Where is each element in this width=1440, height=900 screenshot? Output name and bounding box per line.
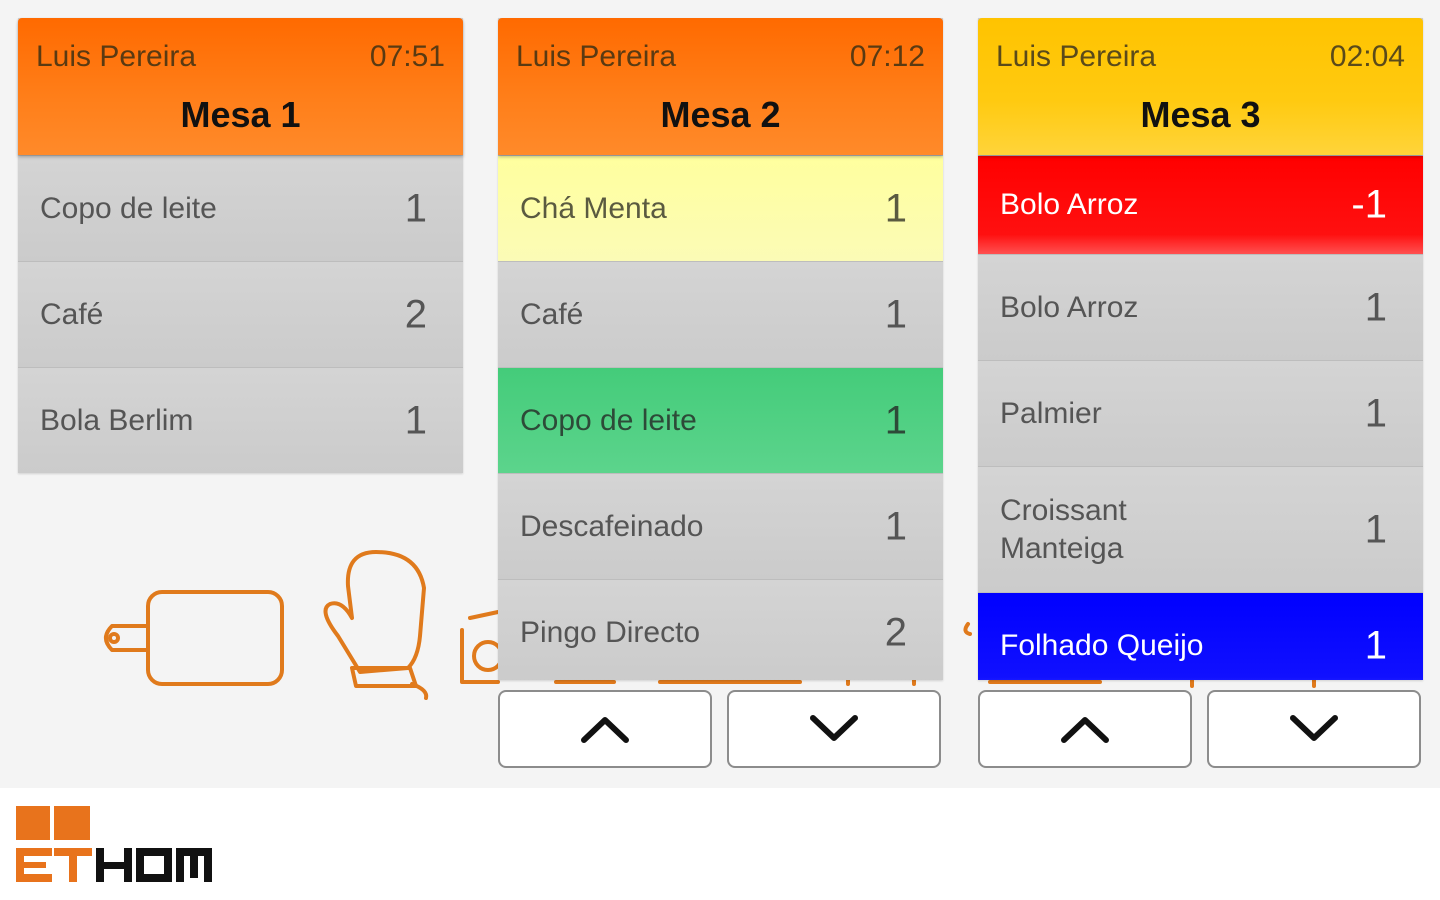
order-item[interactable]: Descafeinado 1 (498, 473, 943, 579)
scroll-up-button[interactable] (978, 690, 1192, 768)
chevron-down-icon (1290, 715, 1338, 741)
footer-bar (0, 788, 1440, 900)
cutting-board-icon (104, 590, 284, 686)
item-name: Palmier (1000, 396, 1102, 430)
item-quantity: 2 (884, 610, 907, 654)
item-name: Copo de leite (520, 403, 697, 437)
waiter-name: Luis Pereira (516, 40, 677, 73)
order-item-cancelled[interactable]: Bolo Arroz -1 (978, 155, 1423, 254)
chevron-up-icon (1061, 717, 1109, 743)
item-name: Bolo Arroz (1000, 188, 1139, 221)
order-item[interactable]: Palmier 1 (978, 360, 1423, 466)
item-quantity: -1 (1351, 182, 1387, 227)
item-name: Pingo Directo (520, 615, 701, 649)
item-quantity: 1 (884, 504, 907, 548)
order-item-highlighted[interactable]: Chá Menta 1 (498, 155, 943, 261)
item-quantity: 1 (1364, 285, 1387, 329)
table-name: Mesa 3 (1140, 94, 1261, 135)
table-name: Mesa 1 (180, 94, 301, 135)
oven-mitt-icon (323, 550, 429, 700)
item-quantity: 1 (884, 186, 907, 230)
item-name: Croissant Manteiga (1000, 493, 1127, 565)
order-item-ready[interactable]: Copo de leite 1 (498, 367, 943, 473)
elapsed-time: 07:51 (369, 40, 445, 73)
order-item[interactable]: Bolo Arroz 1 (978, 254, 1423, 360)
chevron-up-icon (581, 717, 629, 743)
ethom-logo (16, 806, 212, 882)
order-item[interactable]: Café 1 (498, 261, 943, 367)
item-quantity: 1 (884, 398, 907, 442)
item-name: Folhado Queijo (1000, 628, 1204, 662)
order-card-mesa-2[interactable]: Luis Pereira 07:12 Mesa 2 Chá Menta 1 Ca… (498, 18, 943, 680)
item-name: Bola Berlim (40, 403, 194, 437)
waiter-name: Luis Pereira (36, 40, 197, 73)
item-name: Descafeinado (520, 509, 704, 543)
table-name: Mesa 2 (660, 94, 781, 135)
item-quantity: 1 (1364, 507, 1387, 551)
kitchen-scale-icon (460, 610, 504, 684)
order-item[interactable]: Croissant Manteiga 1 (978, 466, 1423, 592)
order-card-mesa-3[interactable]: Luis Pereira 02:04 Mesa 3 Bolo Arroz -1 … (978, 18, 1423, 680)
order-item[interactable]: Bola Berlim 1 (18, 367, 463, 473)
scroll-up-button[interactable] (498, 690, 712, 768)
item-name: Café (40, 297, 104, 331)
item-quantity: 1 (884, 292, 907, 336)
elapsed-time: 07:12 (849, 40, 925, 73)
item-name: Bolo Arroz (1000, 290, 1139, 324)
order-item[interactable]: Pingo Directo 2 (498, 579, 943, 680)
order-header: Luis Pereira 02:04 Mesa 3 (978, 18, 1423, 155)
item-quantity: 1 (404, 398, 427, 442)
elapsed-time: 02:04 (1329, 40, 1405, 73)
item-quantity: 2 (404, 292, 427, 336)
item-quantity: 1 (1364, 391, 1387, 435)
order-item[interactable]: Café 2 (18, 261, 463, 367)
order-header: Luis Pereira 07:51 Mesa 1 (18, 18, 463, 155)
waiter-name: Luis Pereira (996, 40, 1157, 73)
item-name: Copo de leite (40, 191, 217, 225)
item-quantity: 1 (404, 186, 427, 230)
order-item-priority[interactable]: Folhado Queijo 1 (978, 592, 1423, 680)
chevron-down-icon (810, 715, 858, 741)
scroll-down-button[interactable] (1207, 690, 1421, 768)
item-quantity: 1 (1364, 623, 1387, 667)
order-card-mesa-1[interactable]: Luis Pereira 07:51 Mesa 1 Copo de leite … (18, 18, 463, 473)
item-name: Café (520, 297, 584, 331)
scroll-down-button[interactable] (727, 690, 941, 768)
order-item[interactable]: Copo de leite 1 (18, 155, 463, 261)
item-name: Chá Menta (520, 191, 667, 225)
order-header: Luis Pereira 07:12 Mesa 2 (498, 18, 943, 155)
